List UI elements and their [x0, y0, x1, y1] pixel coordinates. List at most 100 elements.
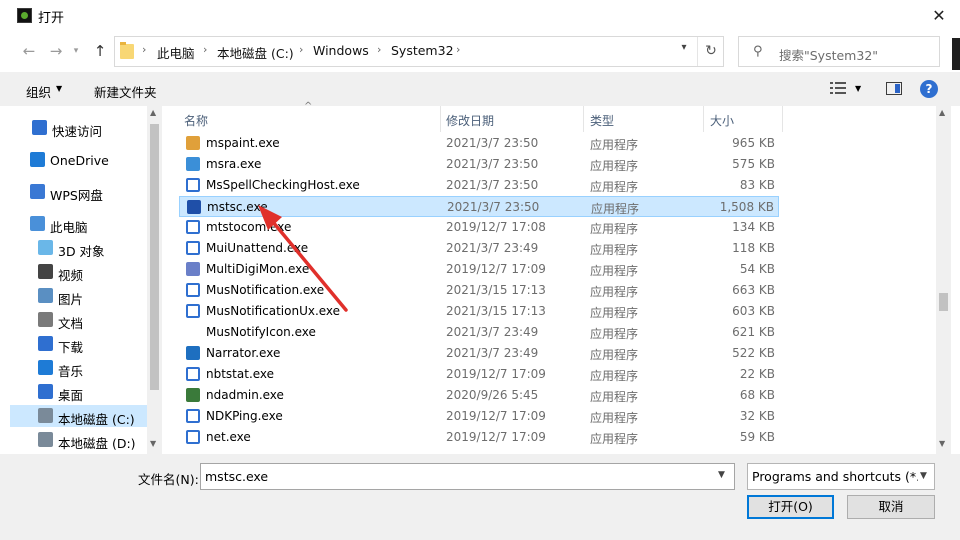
- filename-history-chevron-icon[interactable]: ▼: [718, 470, 725, 480]
- file-size: 59 KB: [739, 430, 775, 444]
- scrollbar-thumb[interactable]: [150, 124, 159, 390]
- column-header-name[interactable]: 名称: [184, 106, 208, 132]
- breadcrumb-this-pc[interactable]: 此电脑: [157, 43, 195, 62]
- file-name: mstsc.exe: [207, 200, 268, 214]
- forward-arrow-icon[interactable]: →: [45, 40, 67, 62]
- file-row[interactable]: nbtstat.exe 2019/12/7 17:09 应用程序 22 KB: [179, 364, 779, 385]
- recent-locations-chevron-icon[interactable]: ▾: [69, 40, 83, 62]
- file-row[interactable]: MuiUnattend.exe 2021/3/7 23:49 应用程序 118 KB: [179, 238, 779, 259]
- file-row[interactable]: MultiDigiMon.exe 2019/12/7 17:09 应用程序 54 KB: [179, 259, 779, 280]
- column-divider[interactable]: [583, 106, 584, 132]
- organize-button[interactable]: 组织: [26, 82, 51, 101]
- address-history-chevron-icon[interactable]: ▾: [675, 42, 693, 53]
- file-row[interactable]: mspaint.exe 2021/3/7 23:50 应用程序 965 KB: [179, 133, 779, 154]
- file-row[interactable]: NDKPing.exe 2019/12/7 17:09 应用程序 32 KB: [179, 406, 779, 427]
- sidebar-item-1[interactable]: OneDrive: [10, 149, 147, 171]
- view-options-icon[interactable]: [830, 82, 846, 94]
- file-size: 134 KB: [732, 220, 775, 234]
- sidebar-item-8[interactable]: 下载: [10, 333, 147, 355]
- column-header-modified[interactable]: 修改日期: [446, 106, 494, 132]
- scrollbar-thumb[interactable]: [939, 293, 948, 311]
- close-button[interactable]: ✕: [918, 0, 960, 32]
- file-modified-date: 2020/9/26 5:45: [446, 388, 539, 402]
- file-modified-date: 2021/3/7 23:50: [446, 178, 539, 192]
- address-bar[interactable]: › 此电脑 › 本地磁盘 (C:) › Windows › System32 ›…: [114, 36, 724, 67]
- file-type: 应用程序: [591, 202, 640, 216]
- file-row[interactable]: MusNotification.exe 2021/3/15 17:13 应用程序 66…: [179, 280, 779, 301]
- preview-pane-icon[interactable]: [886, 82, 902, 95]
- monitor-icon: [186, 157, 200, 171]
- sort-ascending-icon: ^: [304, 101, 313, 112]
- file-row[interactable]: net.exe 2019/12/7 17:09 应用程序 59 KB: [179, 427, 779, 448]
- window-exe-icon: [186, 304, 200, 318]
- filename-input[interactable]: [200, 463, 735, 490]
- chevron-down-icon[interactable]: ▼: [56, 84, 62, 93]
- scroll-down-arrow-icon[interactable]: ▼: [939, 439, 945, 448]
- sidebar-item-10[interactable]: 桌面: [10, 381, 147, 403]
- file-name: Narrator.exe: [206, 346, 281, 360]
- breadcrumb-separator: ›: [203, 43, 208, 56]
- file-row[interactable]: MusNotifyIcon.exe 2021/3/7 23:49 应用程序 621 K…: [179, 322, 779, 343]
- file-type-filter-select[interactable]: Programs and shortcuts (*.exe ▼: [747, 463, 935, 490]
- navigation-pane: 快速访问 OneDrive WPS网盘 此电脑 3D 对象 视频 图片 文档 下载 音乐 桌面 本地磁…: [10, 106, 162, 454]
- file-row[interactable]: ndadmin.exe 2020/9/26 5:45 应用程序 68 KB: [179, 385, 779, 406]
- search-input[interactable]: ⚲ 搜索"System32": [738, 36, 940, 67]
- sidebar-item-7[interactable]: 文档: [10, 309, 147, 331]
- file-name: MusNotifyIcon.exe: [206, 325, 316, 339]
- sidebar-item-2[interactable]: WPS网盘: [10, 181, 147, 203]
- sidebar-item-9[interactable]: 音乐: [10, 357, 147, 379]
- sidebar-item-label: 本地磁盘 (D:): [58, 436, 136, 451]
- file-type: 应用程序: [590, 285, 639, 299]
- column-header-type[interactable]: 类型: [590, 106, 614, 132]
- file-modified-date: 2019/12/7 17:09: [446, 367, 546, 381]
- cancel-button[interactable]: 取消: [847, 495, 935, 519]
- sidebar-item-0[interactable]: 快速访问: [10, 117, 147, 139]
- sidebar-item-4[interactable]: 3D 对象: [10, 237, 147, 259]
- sidebar-item-label: 文档: [58, 316, 84, 331]
- breadcrumb-separator: ›: [299, 43, 304, 56]
- file-row[interactable]: msra.exe 2021/3/7 23:50 应用程序 575 KB: [179, 154, 779, 175]
- sidebar-item-3[interactable]: 此电脑: [10, 213, 147, 235]
- sidebar-item-6[interactable]: 图片: [10, 285, 147, 307]
- navigation-scrollbar[interactable]: ▲ ▼: [147, 106, 162, 454]
- scroll-down-arrow-icon[interactable]: ▼: [150, 439, 156, 448]
- sidebar-item-5[interactable]: 视频: [10, 261, 147, 283]
- file-type-filter-value: Programs and shortcuts (*.exe: [752, 469, 918, 484]
- sidebar-item-12[interactable]: 本地磁盘 (D:): [10, 429, 147, 451]
- breadcrumb-windows[interactable]: Windows: [313, 43, 369, 58]
- narrator-icon: [186, 346, 200, 360]
- column-divider[interactable]: [703, 106, 704, 132]
- column-divider[interactable]: [440, 106, 441, 132]
- file-list-scrollbar[interactable]: ▲ ▼: [936, 106, 951, 454]
- file-row[interactable]: mtstocom.exe 2019/12/7 17:08 应用程序 134 KB: [179, 217, 779, 238]
- title-bar: 打开 ✕: [0, 0, 960, 32]
- scroll-up-arrow-icon[interactable]: ▲: [939, 108, 945, 117]
- up-arrow-icon[interactable]: ↑: [89, 40, 111, 62]
- file-row[interactable]: mstsc.exe 2021/3/7 23:50 应用程序 1,508 KB: [179, 196, 779, 217]
- view-chevron-down-icon[interactable]: ▼: [855, 84, 861, 93]
- scroll-up-arrow-icon[interactable]: ▲: [150, 108, 156, 117]
- breadcrumb-system32[interactable]: System32: [391, 43, 454, 58]
- open-button[interactable]: 打开(O): [747, 495, 834, 519]
- new-folder-button[interactable]: 新建文件夹: [94, 82, 157, 101]
- breadcrumb-separator: ›: [377, 43, 382, 56]
- file-row[interactable]: Narrator.exe 2021/3/7 23:49 应用程序 522 KB: [179, 343, 779, 364]
- file-row[interactable]: MusNotificationUx.exe 2021/3/15 17:13 应用程序…: [179, 301, 779, 322]
- help-icon[interactable]: ?: [920, 80, 938, 98]
- file-modified-date: 2021/3/7 23:49: [446, 325, 539, 339]
- refresh-icon[interactable]: ↻: [699, 40, 723, 64]
- file-row[interactable]: MsSpellCheckingHost.exe 2021/3/7 23:50 应用程…: [179, 175, 779, 196]
- file-size: 575 KB: [732, 157, 775, 171]
- file-name: net.exe: [206, 430, 251, 444]
- file-modified-date: 2021/3/15 17:13: [446, 304, 546, 318]
- breadcrumb-drive-c[interactable]: 本地磁盘 (C:): [217, 43, 294, 62]
- column-divider[interactable]: [782, 106, 783, 132]
- column-header-size[interactable]: 大小: [710, 106, 734, 132]
- file-modified-date: 2021/3/15 17:13: [446, 283, 546, 297]
- back-arrow-icon[interactable]: ←: [18, 40, 40, 62]
- file-type: 应用程序: [590, 411, 639, 425]
- file-type: 应用程序: [590, 306, 639, 320]
- breadcrumb-separator: ›: [142, 43, 147, 56]
- sidebar-item-11[interactable]: 本地磁盘 (C:): [10, 405, 147, 427]
- nvidia-app-icon: [17, 8, 32, 23]
